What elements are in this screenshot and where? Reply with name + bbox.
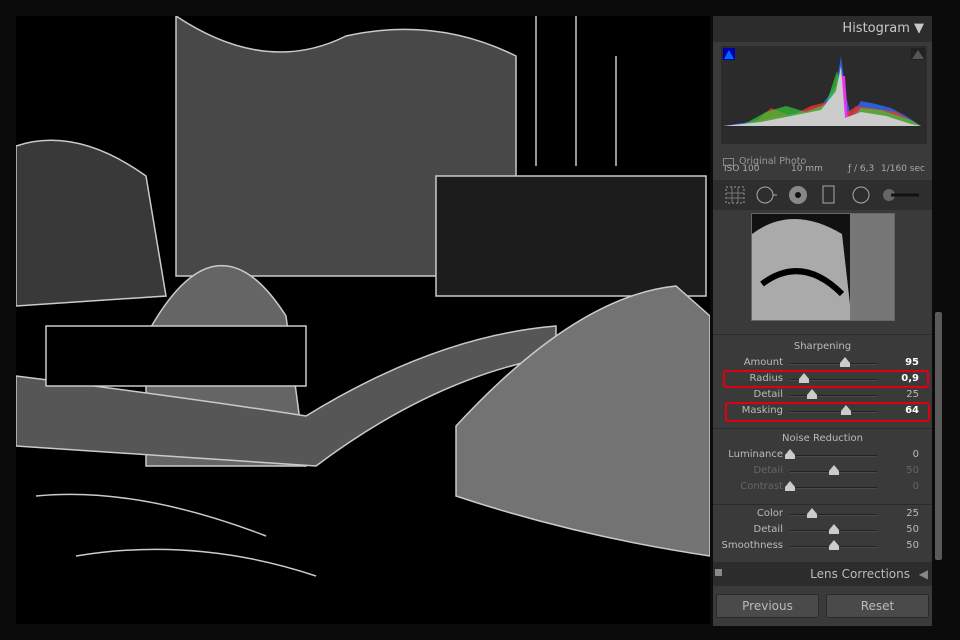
radial-filter-icon[interactable]	[850, 184, 872, 206]
spot-removal-icon[interactable]	[755, 184, 778, 206]
panel-switch-icon[interactable]	[715, 569, 722, 576]
histogram: ISO 100 10 mm ƒ / 6,3 1/160 sec	[721, 46, 927, 174]
slider-label: Amount	[743, 357, 783, 368]
photo-preview	[16, 16, 710, 624]
noise-reduction-title: Noise Reduction	[782, 433, 863, 444]
lens-corrections-header[interactable]: Lens Corrections ◀	[713, 562, 932, 586]
lens-corrections-title: Lens Corrections	[810, 567, 910, 581]
slider-color[interactable]: Color 25	[713, 507, 932, 523]
slider-thumb[interactable]	[806, 508, 817, 518]
slider-thumb[interactable]	[828, 524, 839, 534]
slider-track[interactable]	[790, 363, 877, 365]
slider-value[interactable]: 25	[906, 389, 919, 400]
slider-thumb[interactable]	[785, 481, 795, 491]
slider-luminance[interactable]: Luminance 0	[713, 448, 932, 464]
slider-value[interactable]: 0	[913, 449, 919, 460]
previous-button[interactable]: Previous	[716, 594, 819, 618]
panel-scrollbar[interactable]	[935, 312, 942, 560]
slider-label: Contrast	[740, 481, 783, 492]
slider-label: Detail	[753, 389, 783, 400]
aperture: ƒ / 6,3	[848, 164, 875, 174]
slider-contrast[interactable]: Contrast 0	[713, 480, 932, 496]
histogram-header[interactable]: Histogram ▼	[713, 16, 932, 42]
radius-highlight	[723, 370, 929, 388]
slider-thumb[interactable]	[806, 389, 817, 399]
slider-thumb[interactable]	[828, 465, 839, 475]
adjustment-brush-icon[interactable]	[881, 184, 921, 206]
slider-thumb[interactable]	[785, 449, 795, 459]
detail-preview-thumbnail[interactable]	[751, 213, 895, 321]
slider-thumb[interactable]	[839, 357, 850, 367]
slider-detail[interactable]: Detail 50	[713, 523, 932, 539]
triangle-down-icon[interactable]: ▼	[914, 21, 924, 36]
slider-track[interactable]	[790, 514, 877, 516]
slider-value[interactable]: 25	[906, 508, 919, 519]
slider-label: Color	[756, 508, 783, 519]
sharpening-title: Sharpening	[793, 341, 852, 352]
slider-value[interactable]: 95	[905, 357, 919, 368]
original-photo-label: Original Photo	[739, 156, 807, 167]
slider-label: Detail	[753, 524, 783, 535]
masking-highlight	[725, 402, 930, 422]
triangle-left-icon[interactable]: ◀	[919, 562, 928, 586]
slider-track[interactable]	[790, 487, 877, 489]
slider-track[interactable]	[790, 395, 877, 397]
graduated-filter-icon[interactable]	[818, 184, 840, 206]
histogram-title: Histogram	[842, 21, 910, 36]
shutter-speed: 1/160 sec	[881, 164, 925, 174]
slider-value[interactable]: 50	[906, 540, 919, 551]
slider-value[interactable]: 0	[913, 481, 919, 492]
develop-panel: Histogram ▼ ISO 100 10 mm ƒ / 6,3 1/160 …	[713, 16, 932, 626]
slider-value[interactable]: 50	[906, 524, 919, 535]
checkbox-icon[interactable]	[723, 157, 734, 166]
slider-smoothness[interactable]: Smoothness 50	[713, 539, 932, 555]
slider-label: Luminance	[728, 449, 783, 460]
slider-track[interactable]	[790, 455, 877, 457]
slider-detail[interactable]: Detail 50	[713, 464, 932, 480]
slider-value[interactable]: 50	[906, 465, 919, 476]
tool-strip	[713, 180, 932, 210]
slider-label: Smoothness	[721, 540, 784, 551]
red-eye-icon[interactable]	[787, 184, 809, 206]
edge-mask-image	[16, 16, 710, 577]
reset-button[interactable]: Reset	[826, 594, 929, 618]
slider-label: Detail	[753, 465, 783, 476]
slider-thumb[interactable]	[828, 540, 839, 550]
grid-overlay-icon[interactable]	[724, 184, 746, 206]
original-photo-toggle[interactable]: Original Photo	[723, 156, 806, 167]
